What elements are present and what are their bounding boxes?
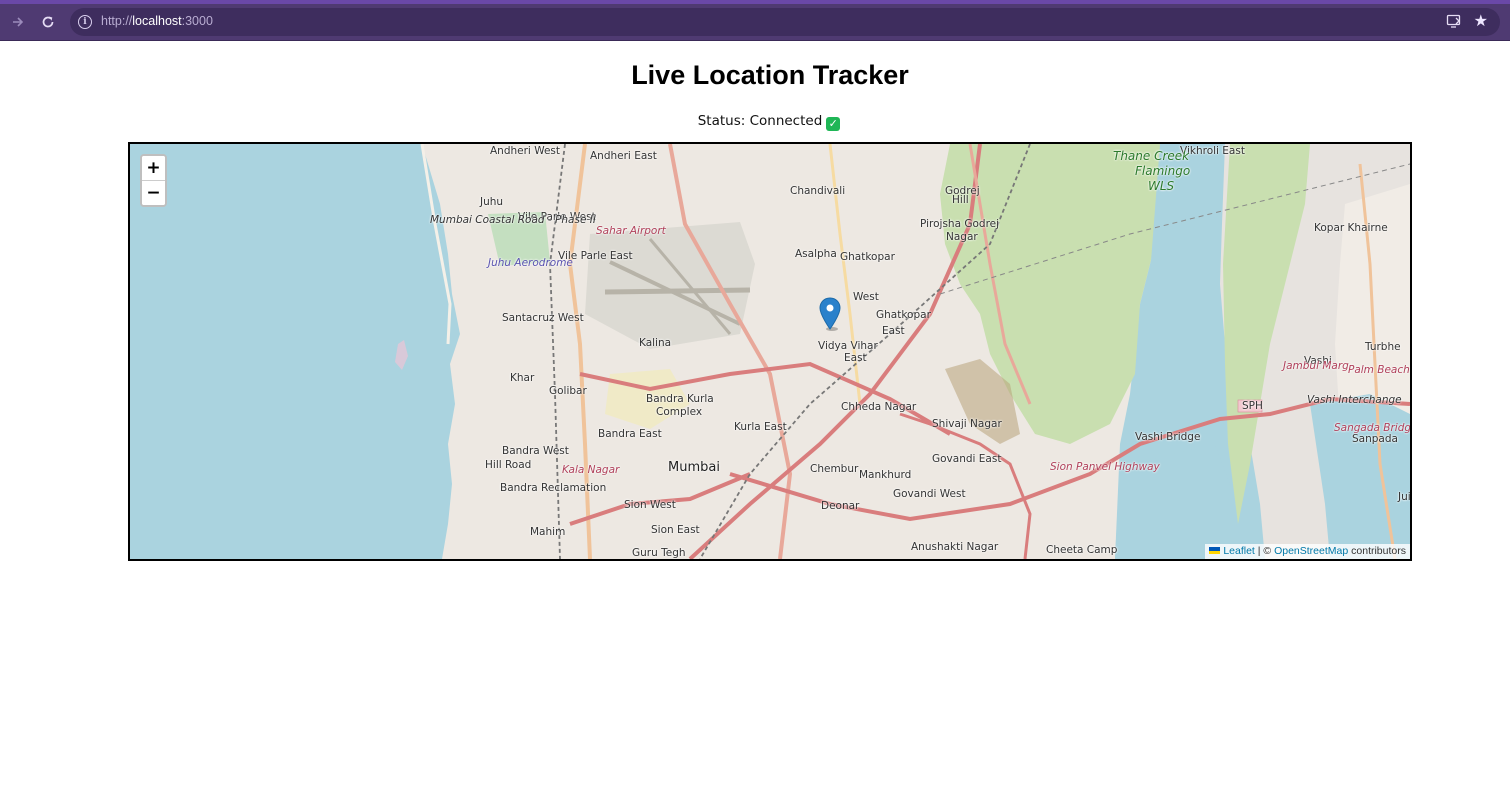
toolbar-divider bbox=[0, 40, 1510, 41]
url-text[interactable]: http://localhost:3000 bbox=[101, 14, 213, 28]
ukraine-flag-icon bbox=[1209, 547, 1221, 554]
forward-button[interactable] bbox=[6, 10, 30, 34]
osm-link[interactable]: OpenStreetMap bbox=[1274, 545, 1348, 557]
map-container[interactable]: Andheri West Andheri East Vikhroli East Tha… bbox=[128, 142, 1412, 561]
zoom-control: + − bbox=[140, 154, 167, 207]
reload-icon bbox=[42, 16, 54, 28]
status-label: Status: Connected bbox=[697, 113, 823, 129]
arrow-right-icon bbox=[13, 17, 24, 27]
zoom-in-button[interactable]: + bbox=[142, 156, 165, 181]
attribution-separator: | © bbox=[1254, 545, 1275, 557]
reload-button[interactable] bbox=[36, 10, 60, 34]
map-attribution: Leaflet | © OpenStreetMap contributors bbox=[1205, 544, 1410, 559]
url-host: localhost bbox=[132, 14, 182, 28]
page-title: Live Location Tracker bbox=[631, 60, 909, 90]
connection-status: Status: Connected ✓ bbox=[0, 113, 1510, 131]
url-scheme: http:// bbox=[101, 14, 133, 28]
leaflet-link[interactable]: Leaflet bbox=[1223, 545, 1255, 557]
bookmark-star-icon[interactable]: ★ bbox=[1474, 12, 1488, 30]
location-marker-icon[interactable] bbox=[819, 297, 841, 331]
site-info-icon[interactable]: i bbox=[78, 15, 92, 29]
install-app-icon[interactable] bbox=[1446, 13, 1462, 33]
url-port: :3000 bbox=[181, 14, 213, 28]
browser-toolbar: i http://localhost:3000 ★ bbox=[0, 4, 1510, 40]
zoom-out-button[interactable]: − bbox=[142, 181, 165, 205]
check-mark-icon: ✓ bbox=[826, 117, 841, 131]
attribution-suffix: contributors bbox=[1348, 545, 1406, 557]
map-tiles[interactable] bbox=[130, 144, 1410, 559]
address-bar[interactable]: i http://localhost:3000 ★ bbox=[70, 8, 1500, 36]
